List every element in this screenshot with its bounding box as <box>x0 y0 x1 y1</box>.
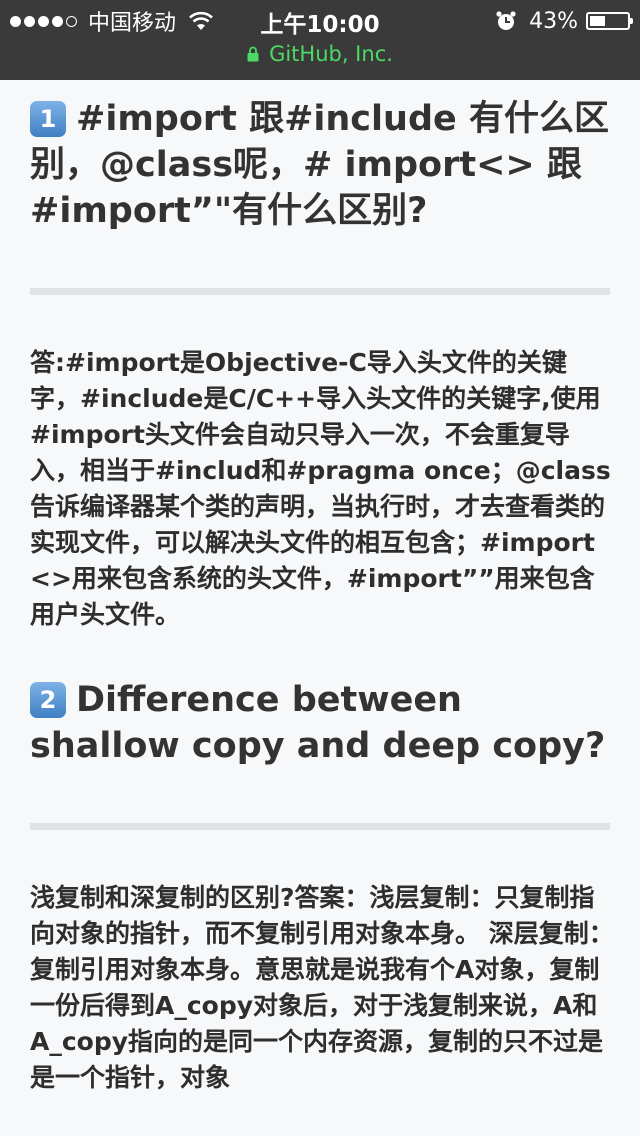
url-bar[interactable]: GitHub, Inc. <box>0 42 640 66</box>
number-2-icon: 2 <box>30 682 66 718</box>
question-1-title: #import 跟#include 有什么区别，@class呢，# import… <box>30 99 609 231</box>
alarm-clock-icon <box>496 11 516 30</box>
question-1-heading: 1 #import 跟#include 有什么区别，@class呢，# impor… <box>30 80 615 234</box>
url-text: GitHub, Inc. <box>269 42 393 66</box>
lock-icon <box>247 46 259 62</box>
status-right: 43% <box>495 7 633 35</box>
number-1-icon: 1 <box>30 101 66 137</box>
article-content: 1 #import 跟#include 有什么区别，@class呢，# impor… <box>30 80 615 1096</box>
divider <box>30 823 610 830</box>
battery-icon <box>586 12 633 30</box>
status-bar: 中国移动 上午10:00 43% GitHub, Inc. <box>0 0 640 80</box>
question-2-title: Difference between shallow copy and deep… <box>30 680 606 766</box>
question-2-heading: 2 Difference between shallow copy and dee… <box>30 677 615 769</box>
answer-2-text: 浅复制和深复制的区别?答案：浅层复制：只复制指向对象的指针，而不复制引用对象本身… <box>30 883 614 1092</box>
answer-1-text: 答:#import是Objective-C导入头文件的关键字，#include是… <box>30 348 611 629</box>
battery-level <box>590 16 606 26</box>
divider <box>30 288 610 295</box>
battery-percent: 43% <box>529 8 578 34</box>
